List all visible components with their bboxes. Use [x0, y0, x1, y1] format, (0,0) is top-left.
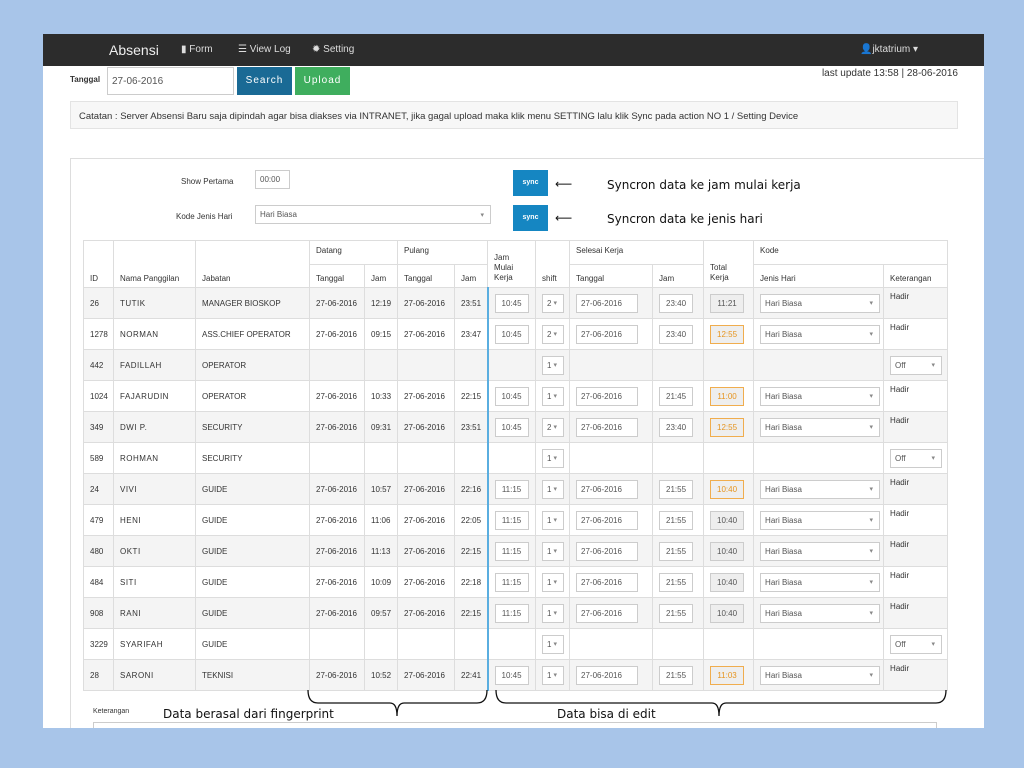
annotation-fingerprint: Data berasal dari fingerprint: [163, 707, 334, 721]
brace-overlay: [307, 689, 947, 717]
annotation-editable: Data bisa di edit: [557, 707, 656, 721]
brace-fingerprint: [307, 689, 488, 717]
